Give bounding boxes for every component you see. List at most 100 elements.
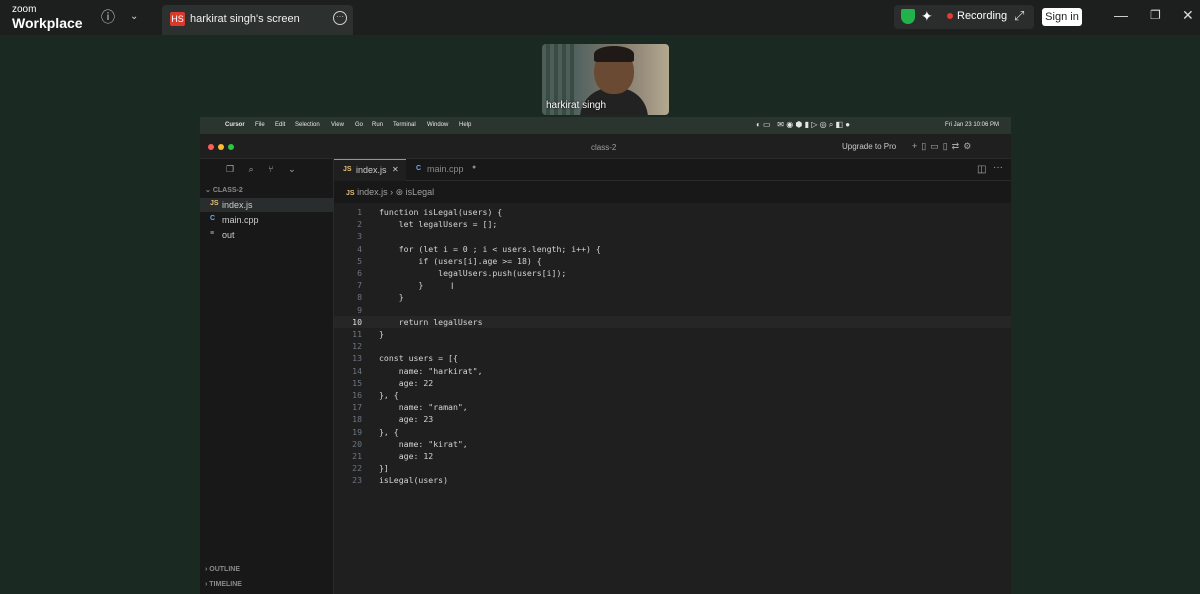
ai-companion-icon[interactable]: ✦: [921, 8, 933, 25]
js-file-icon: JS: [210, 200, 219, 207]
tab-main-cpp[interactable]: C main.cpp ●: [408, 159, 488, 181]
close-icon[interactable]: ✕: [1182, 8, 1194, 22]
explorer-file-out[interactable]: ≡ out: [200, 228, 334, 242]
breadcrumb-file[interactable]: index.js: [357, 187, 388, 197]
explorer-file-main-cpp[interactable]: C main.cpp: [200, 213, 334, 227]
explorer-section-header[interactable]: ⌄ CLASS-2: [205, 186, 243, 194]
code-line[interactable]: 17 name: "raman",: [334, 401, 1011, 413]
files-icon[interactable]: ❐: [226, 164, 234, 174]
code-line[interactable]: 1 function isLegal(users) {: [334, 206, 1011, 218]
code-line[interactable]: 2 let legalUsers = [];: [334, 218, 1011, 230]
line-number: 10: [352, 316, 362, 327]
more-actions-icon[interactable]: ···: [993, 162, 1003, 173]
restore-icon[interactable]: ❐: [1150, 9, 1161, 21]
code-line[interactable]: 19 }, {: [334, 426, 1011, 438]
search-icon[interactable]: ⌕: [249, 164, 254, 174]
code-line[interactable]: 21 age: 12: [334, 450, 1011, 462]
more-options-icon[interactable]: ···: [333, 11, 347, 25]
menu-item[interactable]: Selection: [295, 122, 320, 128]
code-editor[interactable]: ▮ ▮ T I 1function isLegal(users) {2 let …: [334, 203, 1011, 594]
menu-item[interactable]: Help: [459, 122, 471, 128]
code-line[interactable]: 6 legalUsers.push(users[i]);: [334, 267, 1011, 279]
line-number: 4: [357, 243, 362, 254]
explorer-file-index-js[interactable]: JS index.js: [200, 198, 334, 212]
menu-item[interactable]: Window: [427, 122, 448, 128]
js-file-icon: JS: [346, 190, 355, 197]
code-line[interactable]: 4 for (let i = 0 ; i < users.length; i++…: [334, 243, 1011, 255]
menu-item[interactable]: View: [331, 122, 344, 128]
code-line[interactable]: 18 age: 23: [334, 413, 1011, 425]
ide-titlebar: class-2 Upgrade to Pro +▯▭▯⇄⚙: [200, 134, 1011, 159]
presenter-badge: HS: [170, 12, 185, 26]
code-line[interactable]: 16}, {: [334, 389, 1011, 401]
expand-icon[interactable]: ⤢: [1014, 9, 1024, 22]
breadcrumb-symbol[interactable]: isLegal: [406, 187, 435, 197]
code-line[interactable]: 20 name: "kirat",: [334, 438, 1011, 450]
code-line[interactable]: 9: [334, 304, 1011, 316]
tab-index-js[interactable]: JS index.js ✕: [334, 159, 406, 181]
webcam-person-hair: [594, 46, 634, 62]
shared-screen-tab[interactable]: HS harkirat singh's screen ···: [162, 5, 353, 35]
code-text: }: [379, 280, 424, 291]
menu-item[interactable]: Run: [372, 122, 383, 128]
chevron-down-icon[interactable]: ⌄: [288, 164, 296, 174]
outline-section[interactable]: › OUTLINE: [205, 566, 240, 573]
tab-modified-dot-icon[interactable]: ●: [472, 164, 476, 171]
info-icon[interactable]: ⓘ: [101, 10, 115, 24]
tab-close-icon[interactable]: ✕: [392, 165, 399, 174]
code-line[interactable]: 12: [334, 340, 1011, 352]
code-line[interactable]: 23 isLegal(users): [334, 474, 1011, 486]
line-number: 17: [352, 402, 362, 413]
sidebar-toolbar: ❐ ⌕ ⑂ ⌄: [226, 164, 308, 175]
window-zoom-dot[interactable]: [228, 144, 234, 150]
chevron-down-icon[interactable]: ⌄: [130, 12, 138, 22]
explorer-sidebar: ❐ ⌕ ⑂ ⌄ ⌄ CLASS-2 JS index.js C main.cpp…: [200, 159, 334, 594]
file-label: index.js: [222, 200, 253, 210]
line-number: 14: [352, 365, 362, 376]
menu-clock: Fri Jan 23 10:06 PM: [945, 122, 1000, 128]
line-number: 19: [352, 426, 362, 437]
line-number: 15: [352, 377, 362, 388]
layout-toolbar-icons[interactable]: +▯▭▯⇄⚙: [912, 141, 975, 152]
code-text: const users = [{: [379, 353, 458, 364]
window-close-dot[interactable]: [208, 144, 214, 150]
code-line[interactable]: 11}: [334, 328, 1011, 340]
code-text: age: 22: [379, 377, 434, 388]
menu-item[interactable]: Edit: [275, 122, 285, 128]
menu-item[interactable]: Go: [355, 122, 363, 128]
code-line[interactable]: 5 if (users[i].age >= 18) {: [334, 255, 1011, 267]
line-number: 1: [357, 207, 362, 217]
line-number: 13: [352, 353, 362, 364]
code-line[interactable]: 7 }: [334, 279, 1011, 291]
timeline-section[interactable]: › TIMELINE: [205, 581, 242, 588]
code-line[interactable]: 22}]: [334, 462, 1011, 474]
code-line[interactable]: 14 name: "harkirat",: [334, 365, 1011, 377]
recording-label[interactable]: Recording: [957, 10, 1007, 22]
minimize-icon[interactable]: —: [1114, 8, 1128, 22]
status-tray-icons[interactable]: ◐ ▭ ✉ ◉ ⬢ ▮ ▷ ◎ ⌕ ◧ ●: [756, 120, 850, 130]
code-text: function isLegal(users) {: [379, 207, 503, 217]
security-shield-icon[interactable]: [901, 9, 915, 24]
tab-label: main.cpp: [427, 164, 464, 174]
line-number: 3: [357, 231, 362, 242]
menu-item[interactable]: Terminal: [393, 122, 416, 128]
sign-in-button[interactable]: Sign in: [1042, 8, 1082, 26]
zoom-logo-line2: Workplace: [12, 15, 83, 31]
code-line[interactable]: 10 return legalUsers: [334, 315, 1011, 328]
code-line[interactable]: 3: [334, 230, 1011, 242]
code-line[interactable]: 8 }: [334, 291, 1011, 303]
code-line[interactable]: 13 const users = [{: [334, 352, 1011, 364]
source-control-icon[interactable]: ⑂: [268, 164, 273, 174]
split-editor-icon[interactable]: ◫: [977, 164, 986, 175]
shared-screen-title: harkirat singh's screen: [190, 13, 300, 25]
code-line[interactable]: 15 age: 22: [334, 377, 1011, 389]
webcam-thumbnail[interactable]: harkirat singh: [542, 44, 669, 115]
menu-item[interactable]: File: [255, 122, 265, 128]
upgrade-button[interactable]: Upgrade to Pro: [842, 142, 896, 151]
window-minimize-dot[interactable]: [218, 144, 224, 150]
menu-app-name[interactable]: Cursor: [225, 122, 245, 128]
breadcrumb: JS index.js › ⊛ isLegal: [346, 187, 434, 198]
code-text: return legalUsers: [379, 316, 483, 327]
code-text: age: 12: [379, 451, 434, 461]
code-text: }, {: [379, 426, 399, 437]
